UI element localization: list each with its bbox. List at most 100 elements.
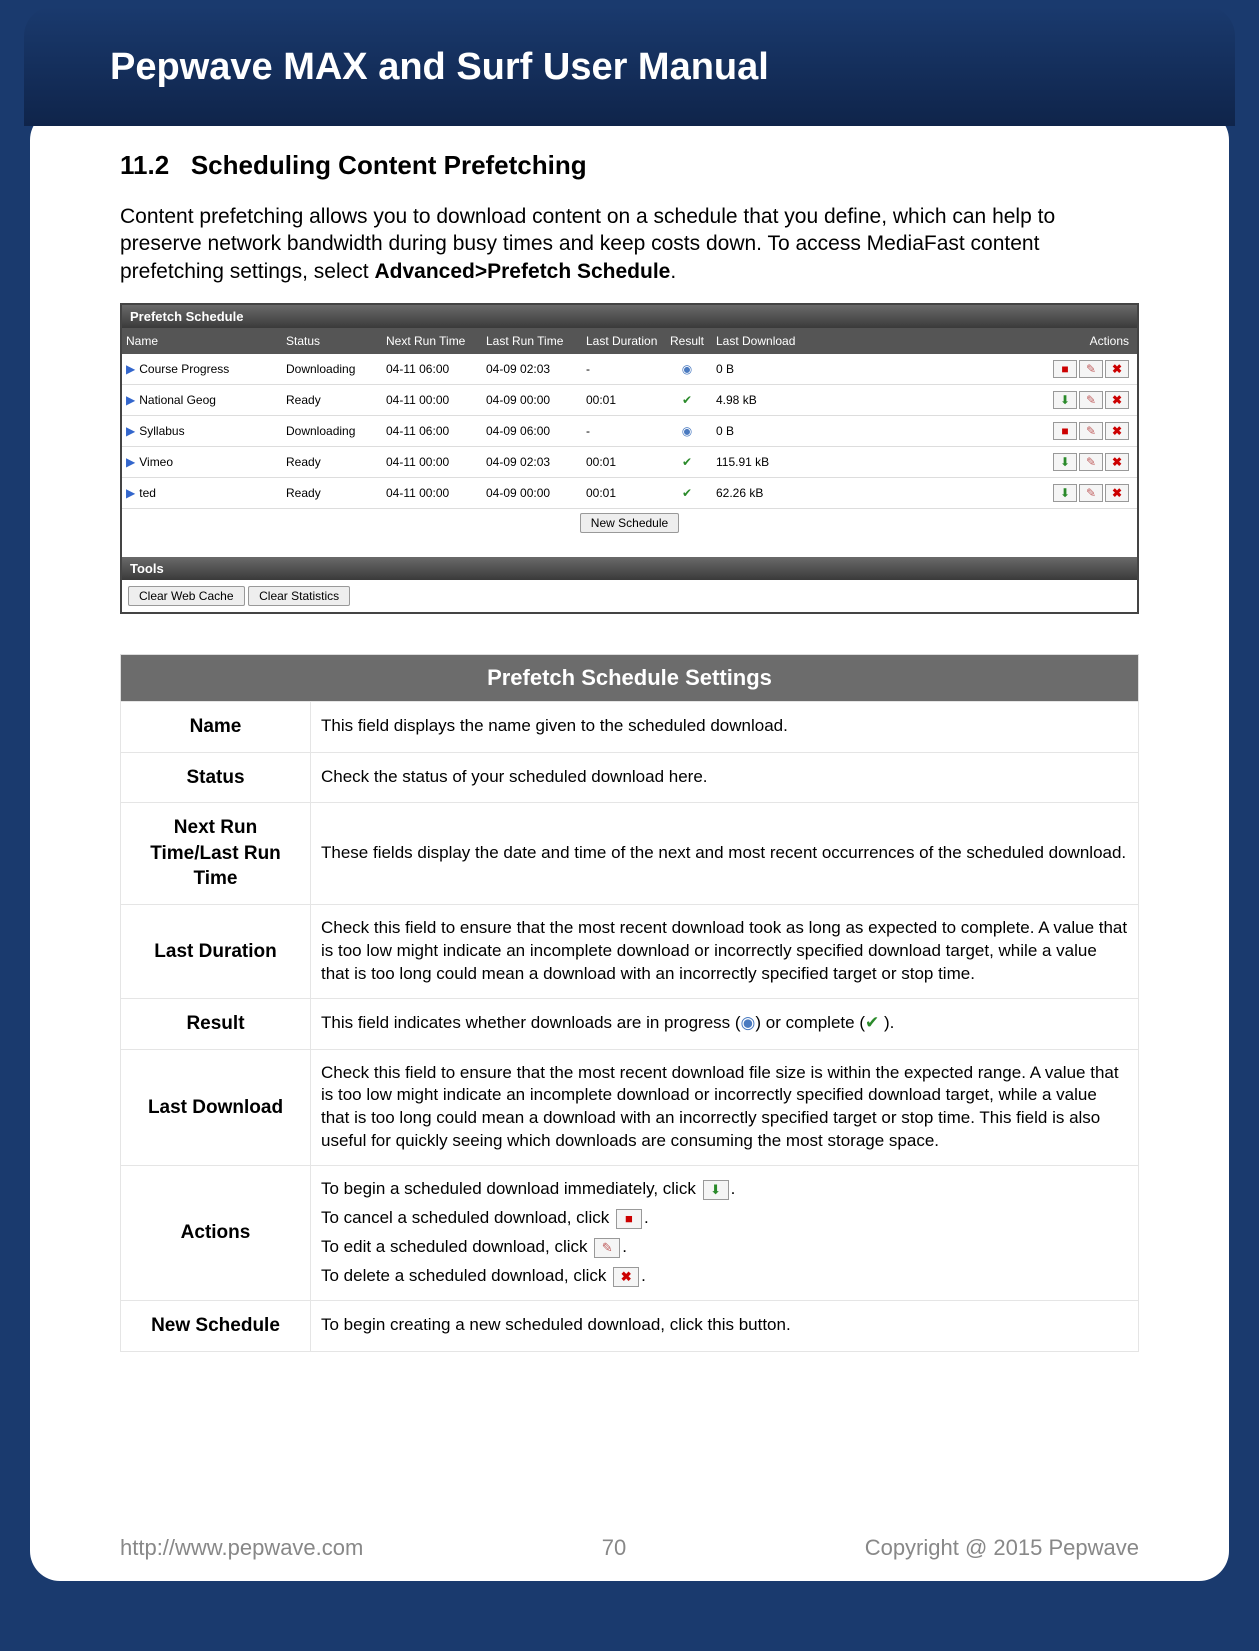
cell-actions: ⬇✎✖ <box>802 385 1137 415</box>
col-status: Status <box>282 328 382 354</box>
expand-icon[interactable]: ▶ <box>126 455 135 469</box>
cell-duration: - <box>582 418 662 444</box>
settings-row-lastdownload: Last Download Check this field to ensure… <box>121 1049 1139 1166</box>
download-icon[interactable]: ⬇ <box>1053 484 1077 502</box>
cell-name: ▶Course Progress <box>122 356 282 382</box>
cell-download: 0 B <box>712 418 802 444</box>
cell-status: Downloading <box>282 356 382 382</box>
cell-duration: - <box>582 356 662 382</box>
settings-desc: To begin a scheduled download immediatel… <box>311 1166 1139 1301</box>
settings-label: Last Download <box>121 1049 311 1166</box>
settings-row-result: Result This field indicates whether down… <box>121 998 1139 1049</box>
col-last-duration: Last Duration <box>582 328 662 354</box>
delete-icon[interactable]: ✖ <box>1105 391 1129 409</box>
col-last-download: Last Download <box>712 328 802 354</box>
stop-icon[interactable]: ■ <box>1053 360 1077 378</box>
page-body: 11.2 Scheduling Content Prefetching Cont… <box>30 110 1229 1581</box>
footer-copyright: Copyright @ 2015 Pepwave <box>865 1535 1139 1561</box>
cell-download: 4.98 kB <box>712 387 802 413</box>
settings-desc: Check this field to ensure that the most… <box>311 1049 1139 1166</box>
stop-icon: ■ <box>616 1209 642 1229</box>
new-schedule-button[interactable]: New Schedule <box>580 513 679 533</box>
intro-menu-path: Advanced>Prefetch Schedule <box>374 260 670 283</box>
schedule-row: ▶tedReady04-11 00:0004-09 00:0000:01✔62.… <box>122 478 1137 509</box>
download-icon: ⬇ <box>703 1180 729 1200</box>
cell-result: ◉ <box>662 356 712 382</box>
edit-icon[interactable]: ✎ <box>1079 360 1103 378</box>
delete-icon[interactable]: ✖ <box>1105 422 1129 440</box>
action-line-delete: To delete a scheduled download, click <box>321 1266 611 1285</box>
settings-desc: This field displays the name given to th… <box>311 701 1139 752</box>
tools-titlebar: Tools <box>122 557 1137 580</box>
download-icon[interactable]: ⬇ <box>1053 391 1077 409</box>
progress-icon: ◉ <box>682 362 692 376</box>
schedule-row: ▶National GeogReady04-11 00:0004-09 00:0… <box>122 385 1137 416</box>
edit-icon[interactable]: ✎ <box>1079 453 1103 471</box>
progress-icon: ◉ <box>741 1013 756 1032</box>
cell-duration: 00:01 <box>582 449 662 475</box>
settings-desc: Check the status of your scheduled downl… <box>311 752 1139 803</box>
cell-next-run: 04-11 00:00 <box>382 449 482 475</box>
mock-header-row: Name Status Next Run Time Last Run Time … <box>122 328 1137 354</box>
cell-actions: ⬇✎✖ <box>802 478 1137 508</box>
check-icon: ✔ <box>865 1013 879 1032</box>
check-icon: ✔ <box>682 393 692 407</box>
settings-row-actions: Actions To begin a scheduled download im… <box>121 1166 1139 1301</box>
section-title: Scheduling Content Prefetching <box>191 150 587 180</box>
settings-label: Result <box>121 998 311 1049</box>
result-desc-post: ). <box>879 1013 894 1032</box>
cell-duration: 00:01 <box>582 387 662 413</box>
edit-icon[interactable]: ✎ <box>1079 422 1103 440</box>
settings-label: New Schedule <box>121 1301 311 1352</box>
edit-icon[interactable]: ✎ <box>1079 484 1103 502</box>
cell-next-run: 04-11 06:00 <box>382 356 482 382</box>
intro-paragraph: Content prefetching allows you to downlo… <box>120 203 1139 285</box>
cell-download: 62.26 kB <box>712 480 802 506</box>
delete-icon[interactable]: ✖ <box>1105 484 1129 502</box>
cell-name: ▶ted <box>122 480 282 506</box>
result-desc-pre: This field indicates whether downloads a… <box>321 1013 741 1032</box>
col-name: Name <box>122 328 282 354</box>
clear-statistics-button[interactable]: Clear Statistics <box>248 586 350 606</box>
document-title: Pepwave MAX and Surf User Manual <box>110 46 769 89</box>
page-background: Pepwave MAX and Surf User Manual 11.2 Sc… <box>0 0 1259 1651</box>
stop-icon[interactable]: ■ <box>1053 422 1077 440</box>
expand-icon[interactable]: ▶ <box>126 486 135 500</box>
settings-table: Prefetch Schedule Settings Name This fie… <box>120 654 1139 1352</box>
cell-status: Ready <box>282 387 382 413</box>
action-line-begin: To begin a scheduled download immediatel… <box>321 1179 701 1198</box>
settings-row-runtimes: Next Run Time/Last Run Time These fields… <box>121 803 1139 905</box>
settings-label: Name <box>121 701 311 752</box>
delete-icon[interactable]: ✖ <box>1105 360 1129 378</box>
schedule-row: ▶SyllabusDownloading04-11 06:0004-09 06:… <box>122 416 1137 447</box>
settings-row-newschedule: New Schedule To begin creating a new sch… <box>121 1301 1139 1352</box>
edit-icon[interactable]: ✎ <box>1079 391 1103 409</box>
footer-url: http://www.pepwave.com <box>120 1535 363 1561</box>
page-footer: http://www.pepwave.com 70 Copyright @ 20… <box>120 1535 1139 1561</box>
col-next-run: Next Run Time <box>382 328 482 354</box>
cell-duration: 00:01 <box>582 480 662 506</box>
cell-result: ✔ <box>662 480 712 506</box>
cell-actions: ■✎✖ <box>802 416 1137 446</box>
cell-next-run: 04-11 00:00 <box>382 480 482 506</box>
col-last-run: Last Run Time <box>482 328 582 354</box>
cell-result: ◉ <box>662 418 712 444</box>
settings-desc: These fields display the date and time o… <box>311 803 1139 905</box>
delete-icon: ✖ <box>613 1267 639 1287</box>
intro-tail: . <box>670 260 676 283</box>
cell-status: Ready <box>282 449 382 475</box>
download-icon[interactable]: ⬇ <box>1053 453 1077 471</box>
expand-icon[interactable]: ▶ <box>126 424 135 438</box>
clear-web-cache-button[interactable]: Clear Web Cache <box>128 586 245 606</box>
mock-titlebar: Prefetch Schedule <box>122 305 1137 328</box>
expand-icon[interactable]: ▶ <box>126 393 135 407</box>
delete-icon[interactable]: ✖ <box>1105 453 1129 471</box>
cell-actions: ■✎✖ <box>802 354 1137 384</box>
action-line-cancel: To cancel a scheduled download, click <box>321 1208 614 1227</box>
cell-download: 0 B <box>712 356 802 382</box>
col-result: Result <box>662 328 712 354</box>
cell-status: Ready <box>282 480 382 506</box>
settings-label: Next Run Time/Last Run Time <box>121 803 311 905</box>
expand-icon[interactable]: ▶ <box>126 362 135 376</box>
progress-icon: ◉ <box>682 424 692 438</box>
